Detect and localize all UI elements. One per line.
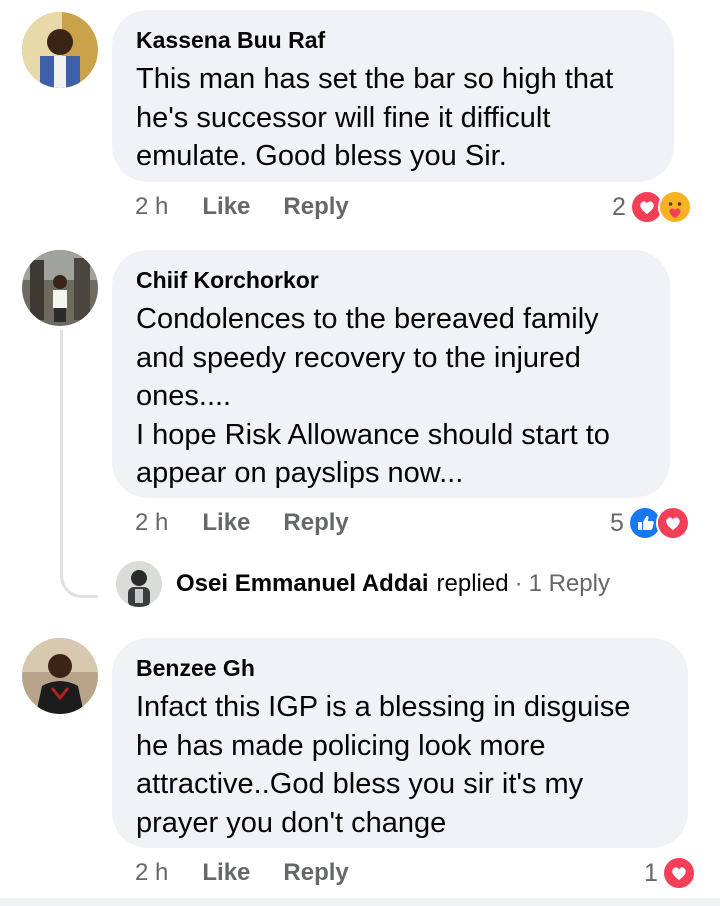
care-reaction-icon (657, 190, 692, 224)
comment-text: Infact this IGP is a blessing in disguis… (136, 691, 631, 839)
reply-button[interactable]: Reply (283, 509, 348, 537)
like-button[interactable]: Like (202, 509, 250, 537)
avatar-kassena[interactable] (22, 12, 98, 88)
comment-timestamp[interactable]: 2 h (135, 193, 168, 221)
love-reaction-icon (655, 506, 690, 540)
comment-bubble-1: Kassena Buu Raf This man has set the bar… (112, 10, 674, 182)
reaction-summary-3[interactable]: 1 (644, 856, 696, 890)
view-replies-link[interactable]: Osei Emmanuel Addai replied · 1 Reply (116, 560, 610, 608)
bottom-edge-bar (0, 898, 720, 906)
reaction-summary-2[interactable]: 5 (610, 506, 690, 540)
replied-label: replied (436, 570, 509, 597)
comment-bubble-2: Chiif Korchorkor Condolences to the bere… (112, 250, 670, 498)
reaction-count: 2 (612, 192, 626, 221)
reaction-summary-1[interactable]: 2 (612, 190, 692, 224)
reaction-count: 1 (644, 858, 658, 887)
comment-actions-2: 2 h Like Reply (135, 507, 382, 539)
comment-author[interactable]: Chiif Korchorkor (136, 266, 646, 294)
reply-button[interactable]: Reply (283, 859, 348, 887)
comment-timestamp[interactable]: 2 h (135, 509, 168, 537)
reaction-count: 5 (610, 508, 624, 537)
replier-name: Osei Emmanuel Addai (176, 570, 429, 597)
reply-button[interactable]: Reply (283, 193, 348, 221)
separator-dot: · (514, 570, 523, 597)
avatar-chiif[interactable] (22, 250, 98, 326)
reply-count: 1 Reply (528, 570, 610, 597)
like-button[interactable]: Like (202, 193, 250, 221)
comment-actions-1: 2 h Like Reply (135, 191, 382, 223)
comment-actions-3: 2 h Like Reply (135, 857, 382, 889)
reply-thread-line (60, 330, 98, 598)
comment-text: This man has set the bar so high that he… (136, 63, 614, 172)
avatar-benzee[interactable] (22, 638, 98, 714)
comment-author[interactable]: Kassena Buu Raf (136, 26, 650, 54)
comment-text: Condolences to the bereaved family and s… (136, 303, 610, 489)
replier-avatar (116, 561, 162, 607)
comment-timestamp[interactable]: 2 h (135, 859, 168, 887)
love-reaction-icon (661, 856, 696, 890)
like-button[interactable]: Like (202, 859, 250, 887)
comment-author[interactable]: Benzee Gh (136, 654, 664, 682)
comment-bubble-3: Benzee Gh Infact this IGP is a blessing … (112, 638, 688, 848)
